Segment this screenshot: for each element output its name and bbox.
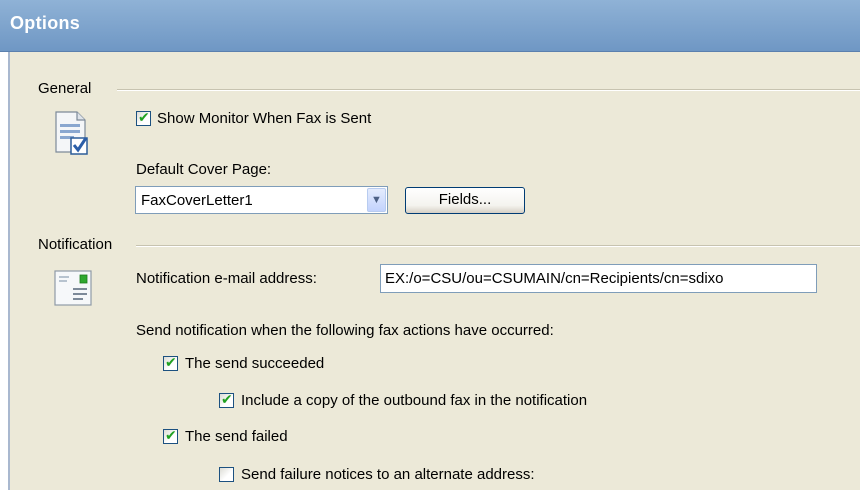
check-mark-icon: ✔: [138, 110, 150, 126]
fields-button[interactable]: Fields...: [405, 187, 525, 214]
options-panel: General ✔ Show Monitor When Fax is Sent …: [10, 52, 860, 490]
check-mark-icon: ✔: [165, 355, 177, 371]
alternate-address-label: Send failure notices to an alternate add…: [241, 466, 535, 483]
chevron-down-icon[interactable]: ▼: [367, 188, 386, 212]
show-monitor-checkbox[interactable]: ✔: [136, 110, 151, 126]
envelope-icon: [53, 268, 97, 314]
default-cover-page-label: Default Cover Page:: [136, 161, 272, 178]
notification-separator: [136, 245, 860, 247]
send-succeeded-checkbox[interactable]: ✔: [163, 355, 178, 371]
notification-email-field[interactable]: EX:/o=CSU/ou=CSUMAIN/cn=Recipients/cn=sd…: [380, 264, 817, 293]
send-failed-checkbox[interactable]: ✔: [163, 428, 178, 444]
notification-actions-label: Send notification when the following fax…: [136, 322, 554, 339]
include-copy-checkbox[interactable]: ✔: [219, 392, 234, 408]
include-copy-label: Include a copy of the outbound fax in th…: [241, 392, 588, 409]
notification-email-value: EX:/o=CSU/ou=CSUMAIN/cn=Recipients/cn=sd…: [385, 270, 724, 287]
notification-group-label: Notification: [38, 236, 113, 253]
left-border: [0, 52, 10, 490]
document-check-icon: [53, 110, 93, 160]
window-title: Options: [10, 13, 81, 33]
cover-page-select[interactable]: FaxCoverLetter1 ▼: [135, 186, 388, 214]
title-bar: Options: [0, 0, 860, 52]
notification-email-label: Notification e-mail address:: [136, 270, 317, 287]
show-monitor-label: Show Monitor When Fax is Sent: [157, 110, 372, 127]
alternate-address-checkbox[interactable]: [219, 467, 234, 482]
general-group-label: General: [38, 80, 92, 97]
send-succeeded-label: The send succeeded: [185, 355, 325, 372]
general-separator: [117, 89, 860, 91]
check-mark-icon: ✔: [221, 392, 233, 408]
send-failed-label: The send failed: [185, 428, 288, 445]
check-mark-icon: ✔: [165, 428, 177, 444]
cover-page-value: FaxCoverLetter1: [141, 192, 253, 209]
